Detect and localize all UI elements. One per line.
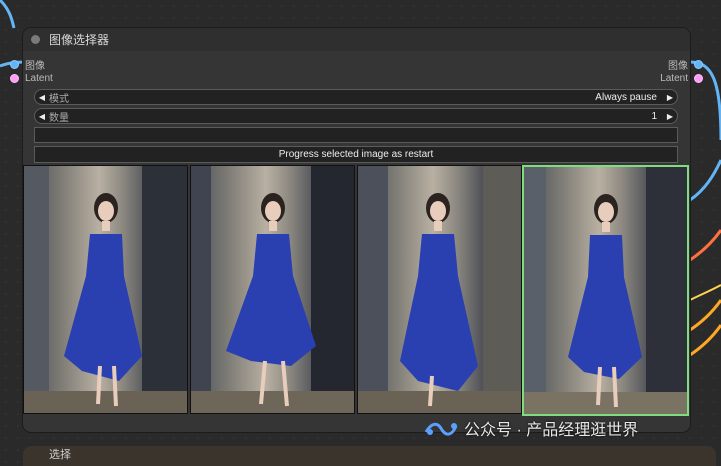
gallery-image-2[interactable] — [190, 165, 355, 414]
output-label-image: 图像 — [668, 61, 688, 72]
woman-in-blue-dress-image-icon — [524, 167, 687, 414]
woman-in-blue-dress-image-icon — [24, 166, 187, 413]
count-label: 数量 — [49, 112, 69, 124]
mode-label: 模式 — [49, 93, 69, 105]
input-slot-latent[interactable]: Latent — [10, 73, 53, 84]
input-slot-image[interactable]: 图像 — [10, 57, 45, 72]
gallery-image-4-selected[interactable] — [522, 165, 689, 416]
output-slot-image[interactable]: 图像 — [668, 57, 703, 72]
woman-in-blue-dress-image-icon — [358, 166, 521, 413]
watermark: 公众号 · 产品经理逛世界 — [424, 416, 638, 440]
watermark-text: 公众号 · 产品经理逛世界 — [464, 422, 639, 439]
mode-combo[interactable]: ◀ 模式 Always pause ▶ — [34, 89, 678, 105]
woman-in-blue-dress-image-icon — [191, 166, 354, 413]
image-selector-node[interactable]: 图像选择器 图像 Latent 图像 Latent ◀ 模式 Always pa… — [10, 28, 703, 432]
mode-next-arrow-icon[interactable]: ▶ — [663, 93, 677, 102]
progress-selected-button[interactable]: Progress selected image as restart — [34, 146, 678, 163]
output-port-latent-icon[interactable] — [694, 74, 703, 83]
input-label-image: 图像 — [25, 61, 45, 72]
input-label-latent: Latent — [25, 73, 53, 84]
mode-prev-arrow-icon[interactable]: ◀ — [35, 93, 49, 102]
mode-value: Always pause — [595, 91, 657, 103]
node-header[interactable]: 图像选择器 — [23, 28, 690, 51]
output-port-image-icon[interactable] — [694, 60, 703, 69]
selection-text-field[interactable] — [34, 127, 678, 143]
wechat-logo-icon — [424, 422, 458, 436]
image-gallery — [23, 165, 690, 416]
count-increment-arrow-icon[interactable]: ▶ — [663, 112, 677, 121]
input-port-image-icon[interactable] — [10, 60, 19, 69]
input-port-latent-icon[interactable] — [10, 74, 19, 83]
gallery-image-1[interactable] — [23, 165, 188, 414]
collapse-dot-icon[interactable] — [31, 35, 40, 44]
count-stepper[interactable]: ◀ 数量 1 ▶ — [34, 108, 678, 124]
count-decrement-arrow-icon[interactable]: ◀ — [35, 112, 49, 121]
output-label-latent: Latent — [660, 73, 688, 84]
count-value: 1 — [651, 110, 657, 122]
output-slot-latent[interactable]: Latent — [660, 73, 703, 84]
gallery-image-3[interactable] — [357, 165, 522, 414]
select-node-header[interactable]: 选择 — [23, 446, 716, 466]
node-title: 图像选择器 — [49, 33, 110, 47]
